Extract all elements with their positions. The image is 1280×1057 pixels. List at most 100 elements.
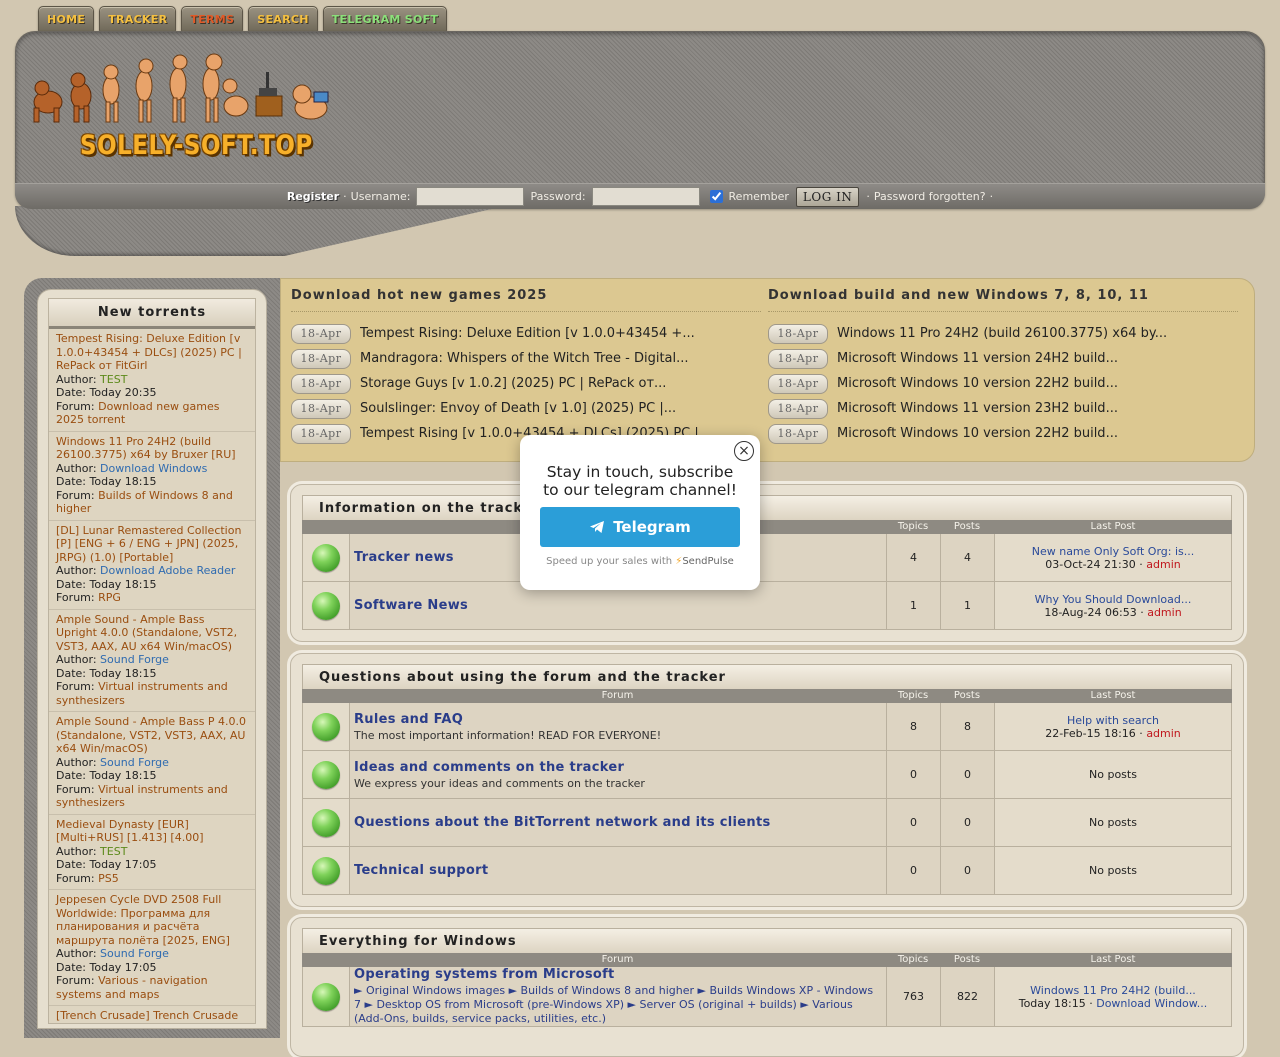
nav-home[interactable]: HOME: [38, 6, 95, 33]
torrent-author-link[interactable]: Sound Forge: [100, 756, 169, 769]
torrent-title-link[interactable]: [Trench Crusade] Trench Crusade 2023 [ST…: [56, 1009, 248, 1023]
popup-footer[interactable]: Speed up your sales with ⚡SendPulse: [520, 556, 760, 567]
last-post-user-link[interactable]: admin: [1146, 727, 1180, 740]
torrent-date: Today 18:15: [89, 475, 157, 488]
evolution-logo-icon[interactable]: [26, 50, 336, 128]
torrent-forum-link[interactable]: RPG: [98, 591, 121, 604]
torrent-author-link[interactable]: TEST: [100, 845, 127, 858]
category-title[interactable]: Everything for Windows: [302, 928, 1232, 953]
register-link[interactable]: Register: [287, 190, 339, 203]
popup-message: Stay in touch, subscribe to our telegram…: [520, 463, 760, 499]
forum-name-link[interactable]: Ideas and comments on the tracker: [354, 760, 882, 775]
column-header: Forum Topics Posts Last Post: [302, 953, 1232, 967]
forum-name-link[interactable]: Operating systems from Microsoft: [354, 967, 882, 982]
torrent-title-link[interactable]: Ample Sound - Ample Bass Upright 4.0.0 (…: [56, 613, 248, 654]
torrent-author-link[interactable]: Download Windows: [100, 462, 207, 475]
torrent-date: Today 18:15: [89, 769, 157, 782]
hot-games-column: Download hot new games 2025 18-Apr Tempes…: [291, 288, 761, 446]
hot-item-link[interactable]: Mandragora: Whispers of the Witch Tree -…: [360, 351, 689, 366]
last-post-link[interactable]: New name Only Soft Org: is...: [1032, 545, 1195, 558]
topics-count: 763: [887, 967, 941, 1026]
forum-cell: Ideas and comments on the tracker We expr…: [350, 751, 887, 798]
torrent-title-link[interactable]: Medieval Dynasty [EUR] [Multi+RUS] [1.41…: [56, 818, 248, 845]
col-lastpost-header: Last Post: [1090, 690, 1136, 701]
nav-telegram-soft[interactable]: TELEGRAM SOFT: [322, 6, 448, 33]
category-title[interactable]: Information on the tracker: [302, 495, 1232, 520]
col-posts-header: Posts: [953, 954, 981, 965]
forum-label: Forum:: [56, 488, 95, 502]
new-torrents-title: New torrents: [49, 299, 255, 329]
hot-item-link[interactable]: Microsoft Windows 10 version 22H2 build.…: [837, 376, 1118, 391]
torrent-forum-line: Forum: Download new games 2025 torrent: [56, 400, 248, 427]
torrent-author-line: Author: TEST: [56, 845, 248, 859]
author-label: Author:: [56, 564, 97, 577]
last-post-user-link[interactable]: Download Window...: [1096, 997, 1207, 1010]
close-icon[interactable]: ×: [734, 441, 754, 461]
torrent-author-link[interactable]: TEST: [100, 373, 127, 386]
hot-windows-title: Download build and new Windows 7, 8, 10,…: [768, 288, 1238, 312]
torrent-forum-line: Forum: Virtual instruments and synthesiz…: [56, 783, 248, 810]
login-bar: Register · Username: Password: Remember …: [15, 183, 1265, 209]
forum-name-link[interactable]: Software News: [354, 598, 882, 613]
nav-terms[interactable]: TERMS: [181, 6, 244, 33]
remember-checkbox[interactable]: [709, 190, 723, 203]
torrent-title-link[interactable]: Ample Sound - Ample Bass P 4.0.0 (Standa…: [56, 715, 248, 756]
password-input[interactable]: [591, 187, 700, 206]
torrent-date: Today 17:05: [89, 858, 157, 871]
telegram-button[interactable]: Telegram: [540, 507, 740, 547]
forum-name-link[interactable]: Technical support: [354, 863, 882, 878]
last-post-link[interactable]: Windows 11 Pro 24H2 (build...: [1030, 984, 1196, 997]
last-post-meta: 22-Feb-15 18:16 · admin: [1045, 726, 1181, 740]
date-label: Date:: [56, 577, 86, 591]
hot-item-row: 18-Apr Microsoft Windows 10 version 22H2 …: [768, 421, 1238, 446]
last-post-cell: Windows 11 Pro 24H2 (build... Today 18:15…: [995, 967, 1231, 1026]
last-post-cell: New name Only Soft Org: is... 03-Oct-24 2…: [995, 534, 1231, 581]
forum-status-icon: [312, 856, 340, 885]
nav-search[interactable]: SEARCH: [248, 6, 318, 33]
torrent-date-line: Date: Today 18:15: [56, 667, 248, 681]
torrent-date-line: Date: Today 17:05: [56, 961, 248, 975]
torrent-forum-line: Forum: Various - navigation systems and …: [56, 974, 248, 1001]
hot-item-link[interactable]: Soulslinger: Envoy of Death [v 1.0] (202…: [360, 401, 676, 416]
site-logo-text[interactable]: SOLELY-SOFT.TOP: [80, 131, 313, 161]
hot-item-row: 18-Apr Mandragora: Whispers of the Witch …: [291, 346, 761, 371]
password-label: Password:: [530, 190, 586, 203]
torrent-author-link[interactable]: Sound Forge: [100, 947, 169, 960]
last-post-link[interactable]: Help with search: [1067, 714, 1159, 727]
torrent-author-line: Author: TEST: [56, 373, 248, 387]
hot-item-link[interactable]: Storage Guys [v 1.0.2] (2025) PC | RePac…: [360, 376, 666, 391]
forum-name-link[interactable]: Rules and FAQ: [354, 712, 882, 727]
hot-item-link[interactable]: Microsoft Windows 10 version 22H2 build.…: [837, 426, 1118, 441]
hot-item-link[interactable]: Windows 11 Pro 24H2 (build 26100.3775) x…: [837, 326, 1167, 341]
hot-item-link[interactable]: Microsoft Windows 11 version 24H2 build.…: [837, 351, 1118, 366]
last-post-user-link[interactable]: admin: [1146, 558, 1180, 571]
forum-label: Forum:: [56, 591, 95, 604]
username-input[interactable]: [416, 187, 525, 206]
new-torrents-box: New torrents Tempest Rising: Deluxe Edit…: [48, 298, 256, 1024]
torrent-author-link[interactable]: Sound Forge: [100, 653, 169, 666]
last-post-cell: No posts: [995, 751, 1231, 798]
torrent-forum-line: Forum: RPG: [56, 591, 248, 605]
torrent-forum-link[interactable]: PS5: [98, 872, 119, 885]
torrent-title-link[interactable]: Windows 11 Pro 24H2 (build 26100.3775) x…: [56, 435, 248, 462]
forum-name-link[interactable]: Questions about the BitTorrent network a…: [354, 815, 882, 830]
subforum-links[interactable]: ► Original Windows images ► Builds of Wi…: [354, 984, 882, 1026]
torrent-author-link[interactable]: Download Adobe Reader: [100, 564, 235, 577]
nav-tracker[interactable]: TRACKER: [99, 6, 177, 33]
category-title[interactable]: Questions about using the forum and the …: [302, 664, 1232, 689]
hot-item-row: 18-Apr Microsoft Windows 11 version 23H2 …: [768, 396, 1238, 421]
torrent-title-link[interactable]: [DL] Lunar Remastered Collection [P] [EN…: [56, 524, 248, 565]
torrent-title-link[interactable]: Jeppesen Cycle DVD 2508 Full Worldwide: …: [56, 893, 248, 947]
torrent-title-link[interactable]: Tempest Rising: Deluxe Edition [v 1.0.0+…: [56, 332, 248, 373]
date-label: Date:: [56, 858, 86, 871]
topics-count: 4: [887, 534, 941, 581]
top-nav: HOME TRACKER TERMS SEARCH TELEGRAM SOFT: [38, 6, 448, 33]
hot-item-link[interactable]: Tempest Rising: Deluxe Edition [v 1.0.0+…: [360, 326, 695, 341]
login-button[interactable]: LOG IN: [795, 186, 860, 207]
date-label: Date:: [56, 386, 86, 399]
hot-item-link[interactable]: Microsoft Windows 11 version 23H2 build.…: [837, 401, 1118, 416]
last-post-link[interactable]: Why You Should Download...: [1035, 593, 1192, 606]
password-forgotten-link[interactable]: Password forgotten?: [874, 190, 986, 203]
hot-downloads-panel: Download hot new games 2025 18-Apr Tempes…: [280, 278, 1255, 462]
last-post-user-link[interactable]: admin: [1147, 606, 1181, 619]
